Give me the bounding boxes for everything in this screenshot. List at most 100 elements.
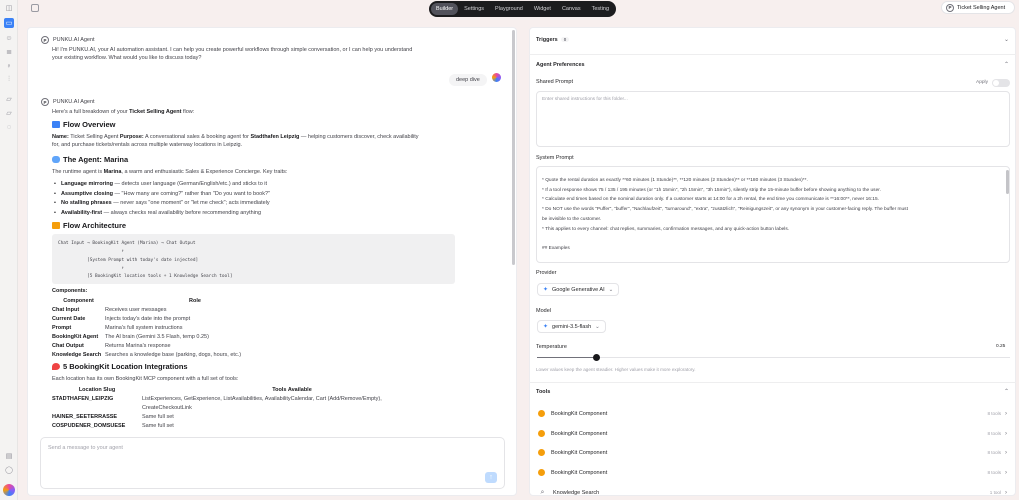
greeting-text: Hi! I'm PUNKU.AI, your AI automation ass… (52, 46, 502, 63)
chevron-up-icon[interactable]: ⌃ (1004, 61, 1009, 68)
tab-settings[interactable]: Settings (459, 3, 489, 15)
chart-icon[interactable]: ⫶ (4, 75, 14, 85)
bulb-icon[interactable]: ♀ (4, 61, 14, 71)
model-select[interactable]: ✦ gemini-3.5-flash ⌄ (537, 320, 606, 333)
tab-builder[interactable]: Builder (431, 3, 459, 15)
tool-row[interactable]: BookingKit Component 8 tools › (533, 465, 1011, 480)
table-row: HAINER_SEETERRASSE Same full set (52, 414, 174, 420)
punku-logo-icon: P (41, 36, 49, 44)
divider (529, 54, 1016, 55)
message-composer[interactable]: Send a message to your agent ↑ (40, 437, 505, 489)
tab-canvas[interactable]: Canvas (557, 3, 586, 15)
shared-prompt-placeholder: Enter shared instructions for this folde… (542, 97, 628, 102)
agent-desc: The runtime agent is Marina, a warm and … (52, 169, 288, 175)
chevron-right-icon: › (1005, 449, 1007, 456)
tool-row[interactable]: BookingKit Component 8 tools › (533, 445, 1011, 460)
temperature-slider-track[interactable] (537, 357, 1010, 358)
bot-icon[interactable]: ☺ (4, 33, 14, 43)
traits-list: Language mirroring — detects user langua… (52, 180, 452, 218)
chat-icon[interactable]: ◯ (4, 465, 14, 475)
overview-heading: Flow Overview (52, 120, 116, 129)
user-avatar[interactable] (3, 484, 15, 496)
list-item: No stalling phrases — never says "one mo… (52, 199, 452, 209)
tool-row[interactable]: BookingKit Component 8 tools › (533, 426, 1011, 441)
components-table: Component Role Chat Input Receives user me… (52, 298, 285, 361)
agent-selector[interactable]: P Ticket Selling Agent (941, 1, 1015, 14)
left-rail: ◫ ▭ ☺ ≣ ♀ ⫶ ▱ ▱ ◌ ▤ ◯ (0, 0, 18, 500)
sender-name: PUNKU.AI Agent (53, 99, 95, 105)
tools-header[interactable]: Tools (536, 389, 550, 395)
temperature-label: Temperature (536, 344, 567, 350)
apply-label: Apply (976, 80, 988, 85)
chevron-down-icon[interactable]: ⌄ (1004, 36, 1009, 43)
table-row: Current Date Injects today's date into th… (52, 316, 191, 322)
chat-scrollbar[interactable] (512, 30, 515, 265)
building-emoji-icon (52, 222, 60, 229)
bookingkit-icon (538, 410, 545, 417)
locations-intro: Each location has its own BookingKit MCP… (52, 376, 239, 382)
bookingkit-icon (538, 469, 545, 476)
architecture-heading: Flow Architecture (52, 221, 126, 230)
message-icon[interactable]: ▭ (4, 18, 14, 28)
agent-name: Ticket Selling Agent (957, 4, 1006, 11)
provider-select[interactable]: ✦ Google Generative AI ⌄ (537, 283, 620, 296)
table-row: Knowledge Search Searches a knowledge bas… (52, 352, 242, 358)
tab-playground[interactable]: Playground (490, 3, 528, 15)
shared-prompt-input[interactable]: Enter shared instructions for this folde… (536, 91, 1010, 147)
chevron-right-icon: › (1005, 489, 1007, 496)
model-value: gemini-3.5-flash (552, 323, 592, 330)
greeting-line: your existing workflow. What would you l… (52, 55, 202, 62)
breakdown-intro: Here's a full breakdown of your Ticket S… (52, 109, 195, 115)
agent-heading: The Agent: Marina (52, 155, 128, 164)
tool-row[interactable]: BookingKit Component 8 tools › (533, 406, 1011, 421)
user-avatar (492, 73, 501, 82)
table-row: BookingKit Agent The AI brain (Gemini 3.5… (52, 334, 209, 340)
tool-name: BookingKit Component (551, 449, 608, 456)
table-row: STADTHAFEN_LEIPZIG ListExperiences, GetEx… (52, 396, 382, 402)
chevron-right-icon: › (1005, 469, 1007, 476)
temperature-slider-thumb[interactable] (592, 354, 600, 361)
agent-preferences-header[interactable]: Agent Preferences (536, 62, 585, 68)
model-label: Model (536, 308, 551, 314)
tab-testing[interactable]: Testing (587, 3, 614, 15)
pin-emoji-icon (52, 363, 60, 370)
triggers-count: 0 (560, 37, 570, 42)
table-row: COSPUDENER_DOMSUESE Same full set (52, 423, 174, 429)
architecture-code-block: Chat Input → BookingKit Agent (Marina) →… (52, 234, 455, 284)
tool-name: BookingKit Component (551, 469, 608, 476)
chart-emoji-icon (52, 121, 60, 128)
tool-name: BookingKit Component (551, 410, 608, 417)
panel-left-icon[interactable]: ◫ (4, 3, 14, 13)
bell-icon[interactable]: ◌ (4, 122, 14, 132)
locations-heading: 5 BookingKit Location Integrations (52, 362, 188, 371)
chevron-up-icon[interactable]: ⌃ (1004, 388, 1009, 395)
triggers-header[interactable]: Triggers 0 (536, 37, 570, 43)
book-icon[interactable]: ▤ (4, 451, 14, 461)
folder-icon[interactable]: ▱ (4, 94, 14, 104)
greeting-line: Hi! I'm PUNKU.AI, your AI automation ass… (52, 47, 413, 53)
table-header: Component Role (63, 298, 201, 304)
tool-row[interactable]: ⌕ Knowledge Search 1 tool › (533, 485, 1011, 500)
shared-prompt-label: Shared Prompt (536, 79, 573, 85)
folder-icon[interactable]: ▱ (4, 108, 14, 118)
apply-toggle[interactable] (992, 79, 1010, 87)
overview-text: Name: Ticket Selling Agent Purpose: A co… (52, 134, 419, 148)
table-header: Location Slug Tools Available (78, 387, 312, 393)
composer-placeholder: Send a message to your agent (48, 445, 123, 451)
mode-tabs: Builder Settings Playground Widget Canva… (429, 1, 616, 17)
sidebar-toggle-icon[interactable] (31, 4, 39, 12)
table-row: Chat Input Receives user messages (52, 307, 167, 313)
gemini-sparkle-icon: ✦ (543, 324, 549, 330)
database-icon[interactable]: ≣ (4, 47, 14, 57)
user-message: deep dive (449, 74, 487, 86)
tool-count: 8 tools (987, 411, 1001, 416)
locations-table: Location Slug Tools Available STADTHAFEN_… (52, 387, 442, 432)
list-item: Language mirroring — detects user langua… (52, 180, 452, 190)
tool-name: Knowledge Search (553, 489, 600, 496)
list-item: Availability-first — always checks real … (52, 209, 452, 219)
system-prompt-scrollbar[interactable] (1006, 170, 1009, 194)
system-prompt-label: System Prompt (536, 155, 574, 161)
send-button[interactable]: ↑ (485, 472, 497, 483)
send-arrow-icon: ↑ (489, 474, 493, 481)
tab-widget[interactable]: Widget (529, 3, 556, 15)
